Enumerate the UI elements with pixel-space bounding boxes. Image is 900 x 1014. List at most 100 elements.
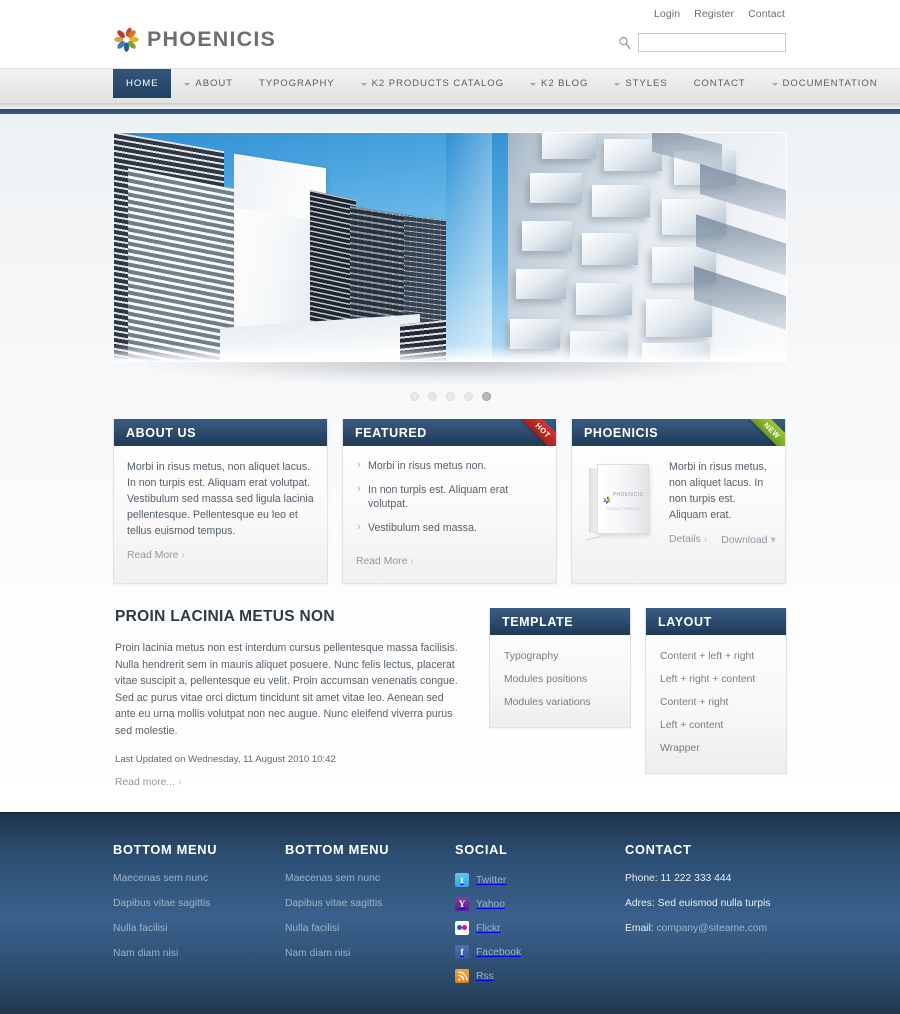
nav-item-typography[interactable]: TYPOGRAPHY (246, 69, 348, 98)
slider-dot-1[interactable] (409, 392, 419, 401)
download-link[interactable]: Download ▾ (721, 534, 775, 546)
hero-drop-shadow (148, 362, 752, 384)
site-title: PHOENICIS (147, 27, 277, 51)
hot-ribbon-badge: HOT (511, 419, 556, 446)
list-item[interactable]: In non turpis est. Aliquam erat volutpat… (356, 482, 543, 521)
article-title: PROIN LACINIA METUS NON (115, 608, 335, 625)
sidebar-item-content-left-right[interactable]: Content + left + right (646, 645, 786, 668)
slider-dot-4[interactable] (463, 392, 473, 401)
module-title: FEATURED (355, 425, 427, 440)
search-icon[interactable] (618, 36, 632, 50)
footer-link[interactable]: Dapibus vitae sagittis (285, 898, 455, 909)
search-input[interactable] (638, 33, 786, 52)
contact-phone: Phone: 11 222 333 444 (625, 873, 787, 884)
nav-item-home[interactable]: HOME (113, 69, 172, 98)
about-read-more-link[interactable]: Read More › (127, 550, 185, 561)
social-label: Yahoo (476, 898, 506, 910)
chevron-down-icon (360, 83, 367, 86)
register-link[interactable]: Register (694, 8, 734, 20)
chevron-down-icon (771, 83, 778, 86)
hero-slider[interactable] (113, 132, 787, 362)
sidebar-item-content-right[interactable]: Content + right (646, 691, 786, 714)
chevron-down-icon (530, 83, 537, 86)
list-item[interactable]: Vestibulum sed massa. (356, 520, 543, 545)
slider-dot-3[interactable] (445, 392, 455, 401)
footer-col-bottom-menu-1: BOTTOM MENU Maecenas sem nunc Dapibus vi… (113, 842, 285, 993)
new-ribbon-badge: NEW (740, 419, 785, 446)
nav-item-k2-products-catalog[interactable]: K2 PRODUCTS CATALOG (348, 69, 517, 98)
pinwheel-logo-icon (603, 491, 611, 504)
article-read-more-link[interactable]: Read more... › (115, 777, 182, 788)
list-item[interactable]: Morbi in risus metus non. (356, 458, 543, 483)
login-link[interactable]: Login (654, 8, 680, 20)
module-body: Morbi in risus metus, non aliquet lacus.… (114, 446, 327, 577)
article-last-updated: Last Updated on Wednesday, 11 August 201… (115, 754, 336, 765)
article-body: Proin lacinia metus non est interdum cur… (115, 642, 458, 737)
read-more-label: Read More (356, 556, 408, 567)
search-area (618, 33, 786, 52)
slider-dot-5[interactable] (481, 392, 491, 401)
page-body: ABOUT US Morbi in risus metus, non aliqu… (0, 114, 900, 812)
footer-link[interactable]: Nulla facilisi (285, 923, 455, 934)
footer-link[interactable]: Nulla facilisi (113, 923, 285, 934)
footer-columns: BOTTOM MENU Maecenas sem nunc Dapibus vi… (113, 842, 787, 993)
product-logo: PHOENICIS (603, 491, 643, 504)
site-logo[interactable]: PHOENICIS (113, 26, 276, 53)
social-link-yahoo[interactable]: Y Yahoo (455, 897, 625, 911)
sidebar-item-modules-positions[interactable]: Modules positions (490, 668, 630, 691)
sidebar-item-left-right-content[interactable]: Left + right + content (646, 668, 786, 691)
nav-item-documentation[interactable]: DOCUMENTATION (759, 69, 891, 98)
nav-label: K2 PRODUCTS CATALOG (371, 78, 505, 89)
nav-label: ABOUT (195, 78, 233, 89)
nav-item-k2-blog[interactable]: K2 BLOG (517, 69, 601, 98)
footer-link[interactable]: Nam diam nisi (285, 948, 455, 959)
hero-image (114, 133, 786, 361)
flickr-icon (455, 921, 469, 935)
social-link-twitter[interactable]: t Twitter (455, 873, 625, 887)
sidebar-item-typography[interactable]: Typography (490, 645, 630, 668)
nav-label: CONTACT (693, 78, 746, 89)
slider-dot-2[interactable] (427, 392, 437, 401)
address-label: Adres: (625, 898, 655, 909)
sidebar-item-wrapper[interactable]: Wrapper (646, 737, 786, 760)
footer-col-bottom-menu-2: BOTTOM MENU Maecenas sem nunc Dapibus vi… (285, 842, 455, 993)
details-link[interactable]: Details › (669, 534, 707, 546)
module-title: PHOENICIS (584, 425, 659, 440)
read-more-label: Read More (127, 550, 179, 561)
sidebar-item-left-content[interactable]: Left + content (646, 714, 786, 737)
module-about-us: ABOUT US Morbi in risus metus, non aliqu… (113, 419, 328, 584)
about-text: Morbi in risus metus, non aliquet lacus.… (127, 461, 314, 537)
rss-icon (455, 969, 469, 983)
footer-link[interactable]: Dapibus vitae sagittis (113, 898, 285, 909)
nav-items: HOME ABOUT TYPOGRAPHY K2 PRODUCTS CATALO… (113, 69, 891, 98)
footer-link[interactable]: Nam diam nisi (113, 948, 285, 959)
contact-link[interactable]: Contact (748, 8, 785, 20)
hero-fade (114, 345, 786, 361)
chevron-down-icon (184, 83, 191, 86)
module-header: TEMPLATE (490, 608, 630, 635)
social-link-flickr[interactable]: Flickr (455, 921, 625, 935)
nav-item-about[interactable]: ABOUT (171, 69, 246, 98)
social-link-facebook[interactable]: f Facebook (455, 945, 625, 959)
main-navigation: HOME ABOUT TYPOGRAPHY K2 PRODUCTS CATALO… (0, 68, 900, 103)
email-value[interactable]: company@siteame.com (656, 923, 767, 934)
nav-item-contact[interactable]: CONTACT (681, 69, 759, 98)
module-body: Typography Modules positions Modules var… (490, 635, 630, 727)
featured-read-more-link[interactable]: Read More › (356, 556, 414, 567)
utility-links: Login Register Contact (643, 8, 785, 20)
module-header: ABOUT US (114, 419, 327, 446)
module-header: FEATURED HOT (343, 419, 556, 446)
nav-item-styles[interactable]: STYLES (601, 69, 680, 98)
module-title: TEMPLATE (502, 614, 574, 629)
nav-label: TYPOGRAPHY (258, 78, 335, 89)
module-body: Content + left + right Left + right + co… (646, 635, 786, 773)
chevron-down-icon (614, 83, 621, 86)
footer-link[interactable]: Maecenas sem nunc (285, 873, 455, 884)
nav-label: DOCUMENTATION (782, 78, 878, 89)
sidebar-item-modules-variations[interactable]: Modules variations (490, 691, 630, 714)
product-description: Morbi in risus metus, non aliquet lacus.… (669, 459, 776, 546)
social-link-rss[interactable]: Rss (455, 969, 625, 983)
nav-label: STYLES (625, 78, 668, 89)
footer-link[interactable]: Maecenas sem nunc (113, 873, 285, 884)
social-label: Rss (476, 970, 494, 982)
